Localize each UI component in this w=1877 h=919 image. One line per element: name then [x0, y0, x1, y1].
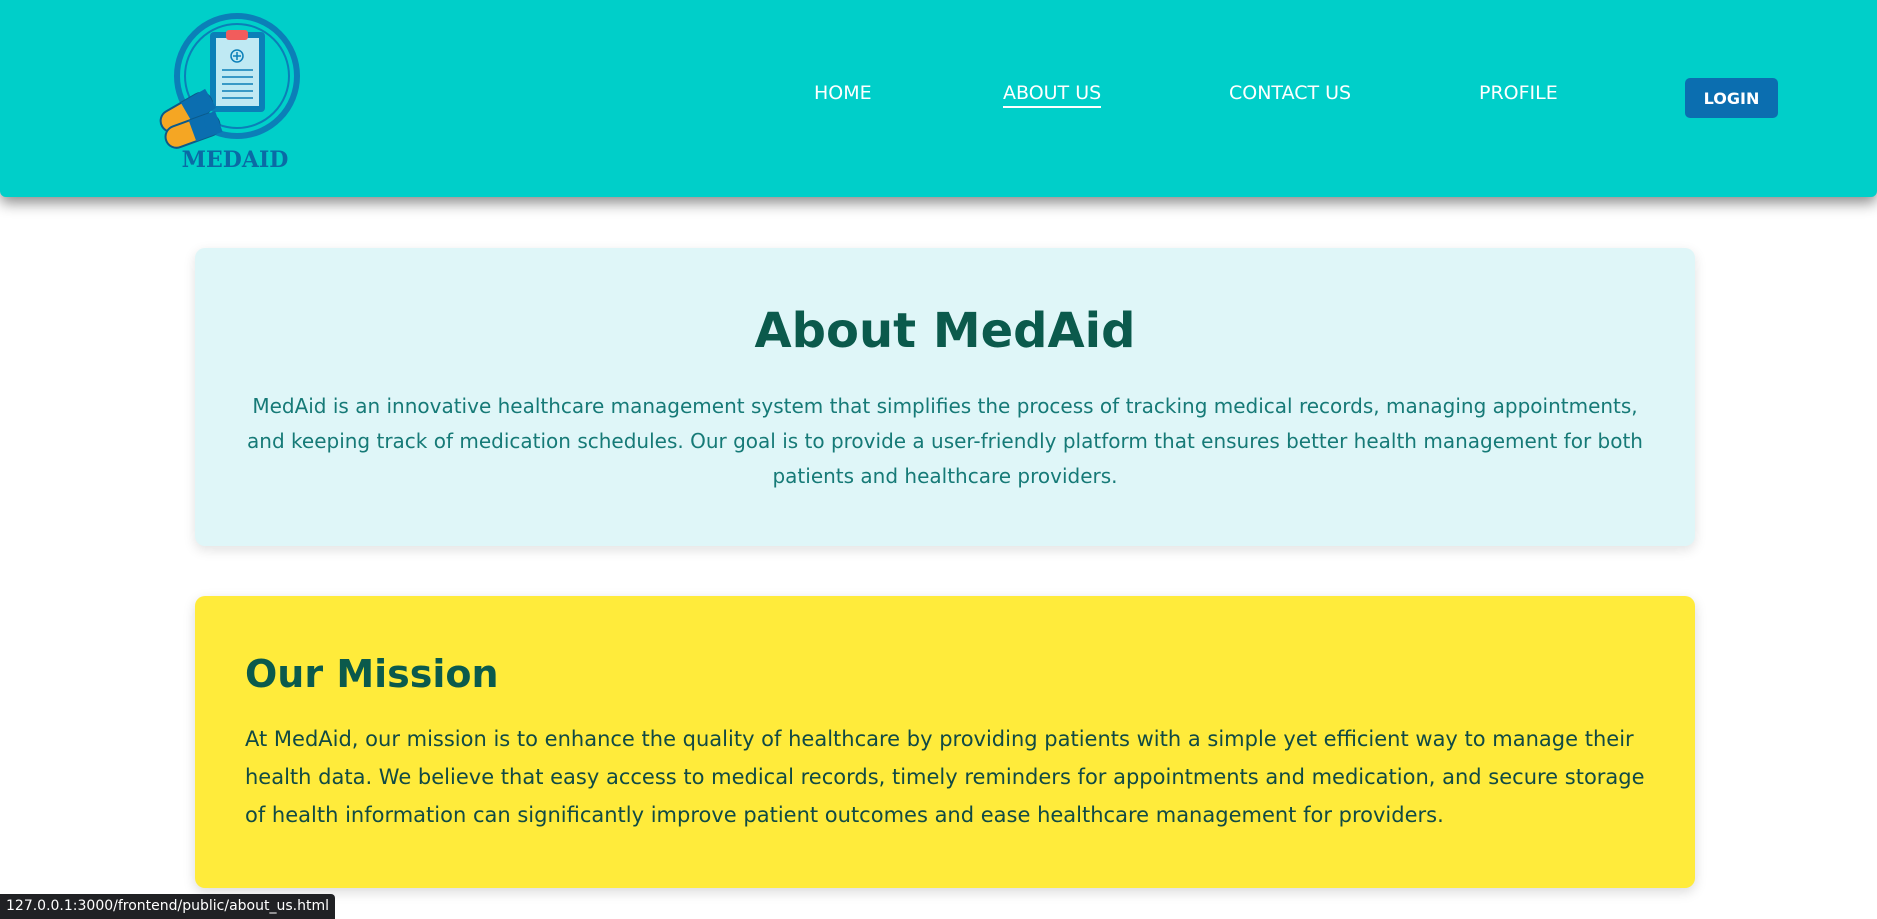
about-title: About MedAid — [754, 303, 1136, 359]
mission-title: Our Mission — [245, 652, 499, 696]
about-description: MedAid is an innovative healthcare manag… — [247, 394, 1643, 488]
mission-description: At MedAid, our mission is to enhance the… — [245, 727, 1645, 827]
clipboard-pill-logo-icon — [159, 13, 300, 149]
logo-text: MEDAID — [181, 147, 289, 173]
nav-contact-us-link[interactable]: CONTACT US — [1229, 82, 1351, 104]
medaid-logo[interactable]: MEDAID — [150, 4, 310, 184]
login-button[interactable]: LOGIN — [1685, 78, 1778, 118]
nav-about-us-link[interactable]: ABOUT US — [1003, 82, 1102, 108]
nav-profile-link[interactable]: PROFILE — [1479, 82, 1558, 104]
browser-status-url: 127.0.0.1:3000/frontend/public/about_us.… — [0, 894, 335, 919]
nav-home-link[interactable]: HOME — [814, 82, 872, 104]
site-header: MEDAID HOME ABOUT US CONTACT US PROFILE … — [0, 0, 1877, 197]
about-section: About MedAid MedAid is an innovative hea… — [195, 248, 1695, 546]
mission-section: Our Mission At MedAid, our mission is to… — [195, 596, 1695, 888]
